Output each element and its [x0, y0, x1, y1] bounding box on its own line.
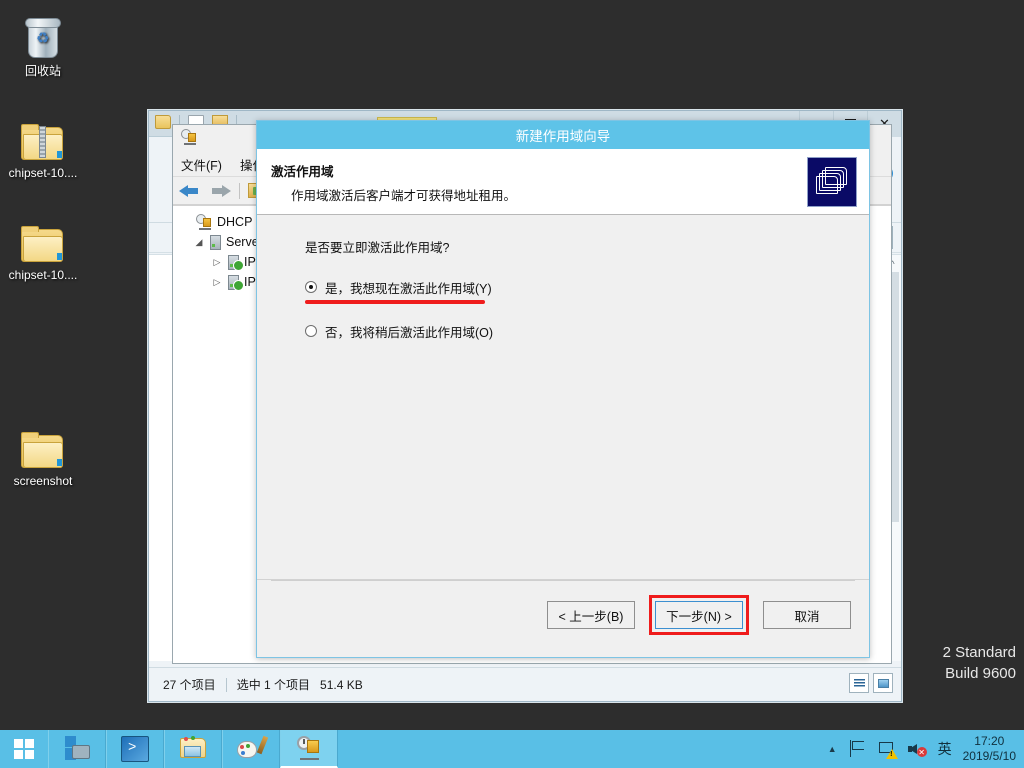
selection-size-label: 51.4 KB — [320, 677, 363, 692]
radio-option-no[interactable]: 否，我将稍后激活此作用域(O) — [305, 320, 869, 342]
details-view-button[interactable] — [849, 673, 869, 693]
folder-icon — [0, 212, 86, 264]
start-button[interactable] — [0, 730, 48, 768]
tree-item-label: DHCP — [217, 215, 253, 229]
forward-arrow-icon[interactable] — [209, 183, 231, 199]
tray-overflow-icon[interactable]: ▲ — [828, 744, 837, 754]
ipv6-node-icon — [228, 274, 244, 291]
radio-yes-indicator[interactable] — [305, 281, 317, 293]
next-button[interactable]: 下一步(N) > — [655, 601, 743, 629]
watermark-line-2: Build 9600 — [945, 665, 1016, 682]
system-tray: ▲ ✕ 英 17:20 2019/5/10 — [828, 734, 1024, 764]
qat-folder-icon[interactable] — [155, 115, 171, 129]
folder-icon — [0, 418, 86, 470]
status-divider — [225, 677, 227, 692]
zip-archive-icon — [0, 110, 86, 162]
desktop: ♻ 回收站 chipset-10.... chipset-10.... scre… — [0, 0, 1024, 730]
watermark-line-1: 2 Standard — [942, 644, 1016, 661]
network-warning-icon[interactable] — [878, 740, 898, 759]
view-mode-buttons — [849, 673, 893, 693]
wizard-title: 新建作用域向导 — [515, 129, 611, 144]
ime-indicator[interactable]: 英 — [938, 739, 952, 759]
selection-label: 选中 1 个项目 — [236, 678, 311, 692]
wizard-subtext: 作用域激活后客户端才可获得地址租用。 — [291, 189, 517, 203]
windows-activation-watermark: 2 Standard Build 9600 — [943, 642, 1016, 684]
large-icons-view-button[interactable] — [873, 673, 893, 693]
wizard-header: 激活作用域 作用域激活后客户端才可获得地址租用。 — [257, 149, 869, 215]
taskbar: ▲ ✕ 英 17:20 2019/5/10 — [0, 730, 1024, 768]
wizard-title-bar: 新建作用域向导 — [257, 121, 869, 149]
windows-logo-icon — [14, 739, 34, 759]
new-scope-wizard-dialog: 新建作用域向导 激活作用域 作用域激活后客户端才可获得地址租用。 是否要立即激活… — [256, 120, 870, 658]
wizard-body: 是否要立即激活此作用域? 是，我想现在激活此作用域(Y) 否，我将稍后激活此作用… — [257, 215, 869, 579]
item-count-label: 27 个项目 — [163, 678, 216, 692]
desktop-icon-label: chipset-10.... — [8, 268, 78, 282]
server-icon — [210, 234, 221, 250]
desktop-icon-screenshot[interactable]: screenshot — [0, 418, 86, 488]
red-underline-annotation — [305, 300, 485, 304]
red-box-annotation: 下一步(N) > — [649, 595, 749, 635]
back-button[interactable]: < 上一步(B) — [547, 601, 635, 629]
tree-expander[interactable]: ▷ — [211, 257, 223, 268]
radio-option-yes[interactable]: 是，我想现在激活此作用域(Y) — [305, 276, 869, 304]
file-explorer-taskbar-icon[interactable] — [164, 730, 222, 768]
desktop-icon-recycle-bin[interactable]: ♻ 回收站 — [0, 8, 86, 78]
clock-date: 2019/5/10 — [962, 749, 1016, 763]
taskbar-clock[interactable]: 17:20 2019/5/10 — [963, 734, 1016, 764]
wizard-heading: 激活作用域 — [271, 165, 334, 179]
tree-expander[interactable]: ◢ — [193, 237, 205, 248]
dhcp-taskbar-icon[interactable] — [280, 730, 338, 768]
dhcp-app-icon — [181, 129, 197, 145]
wizard-footer: < 上一步(B) 下一步(N) > 取消 — [257, 579, 869, 657]
desktop-icon-label: chipset-10.... — [8, 166, 78, 180]
clock-time: 17:20 — [974, 734, 1005, 748]
cancel-button[interactable]: 取消 — [763, 601, 851, 629]
explorer-status-bar: 27 个项目 选中 1 个项目 51.4 KB — [149, 667, 901, 701]
desktop-icon-label: screenshot — [13, 474, 73, 488]
desktop-icon-label: 回收站 — [24, 64, 61, 78]
radio-yes-label: 是，我想现在激活此作用域(Y) — [325, 281, 492, 296]
radio-no-indicator[interactable] — [305, 325, 317, 337]
action-center-flag-icon[interactable] — [848, 740, 867, 758]
activation-question: 是否要立即激活此作用域? — [305, 241, 450, 255]
wizard-button-row: < 上一步(B) 下一步(N) > 取消 — [257, 581, 869, 635]
ipv4-node-icon — [228, 254, 244, 271]
server-manager-taskbar-icon[interactable] — [48, 730, 106, 768]
desktop-icon-chipset-zip[interactable]: chipset-10.... — [0, 110, 86, 180]
toolbar-divider — [239, 182, 240, 199]
folder-stack-icon — [807, 157, 857, 207]
menu-item-file[interactable]: 文件(F) — [181, 155, 222, 174]
radio-no-label: 否，我将稍后激活此作用域(O) — [325, 325, 494, 340]
powershell-taskbar-icon[interactable] — [106, 730, 164, 768]
back-arrow-icon[interactable] — [179, 183, 201, 199]
recycle-bin-icon: ♻ — [0, 8, 86, 60]
dhcp-root-icon — [196, 214, 212, 230]
tree-expander[interactable]: ▷ — [211, 277, 223, 288]
paint-taskbar-icon[interactable] — [222, 730, 280, 768]
volume-muted-icon[interactable]: ✕ — [907, 740, 927, 758]
desktop-icon-chipset-folder[interactable]: chipset-10.... — [0, 212, 86, 282]
